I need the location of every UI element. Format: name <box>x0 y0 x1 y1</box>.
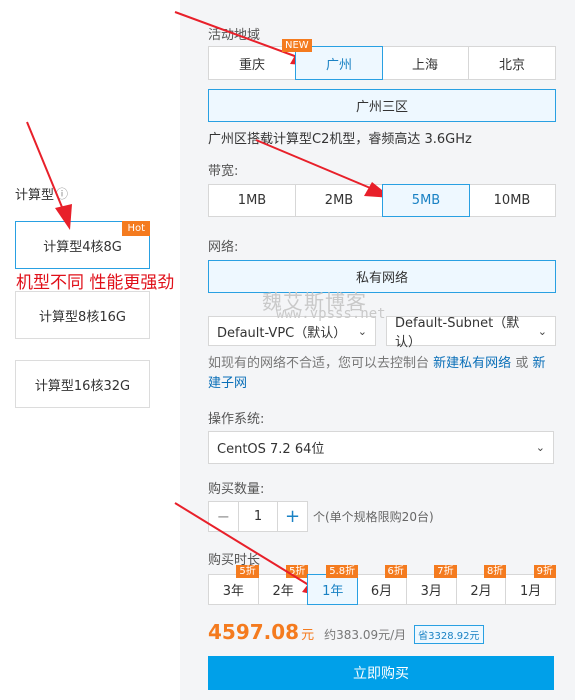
duration-option-1y[interactable]: 5.8折 1年 <box>307 565 359 605</box>
discount-badge: 5.8折 <box>326 565 359 578</box>
arrow-to-5mb <box>255 139 392 198</box>
bandwidth-option-5mb[interactable]: 5MB <box>382 184 470 217</box>
region-option-guangzhou-label: 广州 <box>325 57 352 73</box>
new-badge: NEW <box>282 39 312 52</box>
arrow-to-instance-card <box>26 121 72 230</box>
annotation-arrows <box>26 11 392 598</box>
duration-option-label: 1年 <box>322 584 344 599</box>
region-option-guangzhou[interactable]: NEW 广州 <box>282 39 383 80</box>
